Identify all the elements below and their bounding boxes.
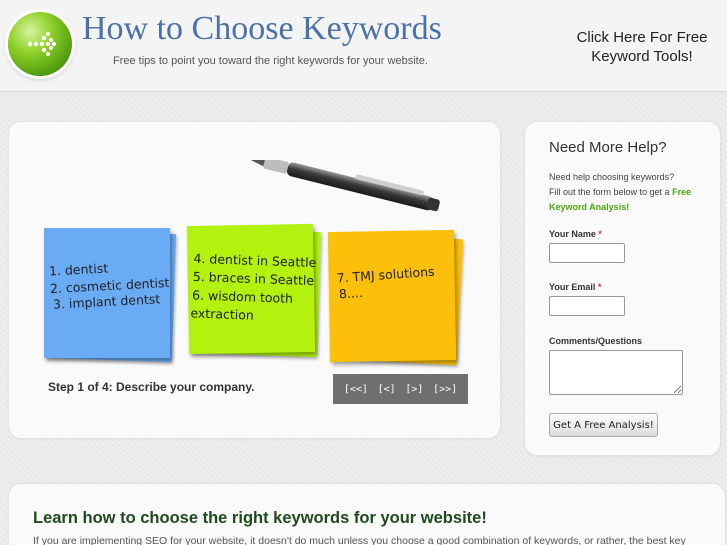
slider-nav: [<<] [<] [>] [>>] bbox=[333, 374, 468, 404]
step-caption: Step 1 of 4: Describe your company. bbox=[48, 380, 255, 394]
site-tagline: Free tips to point you toward the right … bbox=[113, 55, 428, 67]
nav-first-button[interactable]: [<<] bbox=[344, 384, 368, 395]
help-intro-line-2: Fill out the form below to get a Free Ke… bbox=[549, 185, 714, 215]
help-intro-text: Fill out the form below to get a bbox=[549, 187, 670, 197]
name-label: Your Name * bbox=[549, 229, 602, 239]
comments-label: Comments/Questions bbox=[549, 336, 643, 346]
comments-textarea[interactable] bbox=[549, 350, 683, 395]
cta-line-2: Keyword Tools! bbox=[591, 48, 693, 65]
logo[interactable] bbox=[8, 12, 72, 76]
content-intro-text: If you are implementing SEO for your web… bbox=[33, 535, 686, 545]
free-keyword-tools-link[interactable]: Click Here For Free Keyword Tools! bbox=[562, 28, 722, 66]
email-input[interactable] bbox=[549, 296, 625, 316]
sticky-note-orange: 7. TMJ solutions 8.... bbox=[327, 229, 457, 363]
name-input[interactable] bbox=[549, 243, 625, 263]
note-line: 1. dentist bbox=[48, 260, 109, 279]
sticky-note-blue: 1. dentist 2. cosmetic dentist 3. implan… bbox=[44, 228, 170, 358]
help-title: Need More Help? bbox=[549, 139, 667, 156]
note-line: 4. dentist in Seattle bbox=[193, 250, 317, 271]
help-intro-line-1: Need help choosing keywords? bbox=[549, 172, 675, 182]
email-label-text: Your Email bbox=[549, 282, 596, 292]
site-header: How to Choose Keywords Free tips to poin… bbox=[0, 0, 727, 92]
pen-icon bbox=[246, 160, 440, 212]
nav-next-button[interactable]: [>] bbox=[405, 384, 423, 395]
required-mark: * bbox=[598, 229, 602, 239]
nav-last-button[interactable]: [>>] bbox=[433, 384, 457, 395]
email-label: Your Email * bbox=[549, 282, 601, 292]
name-label-text: Your Name bbox=[549, 229, 596, 239]
note-line: 5. braces in Seattle bbox=[192, 268, 315, 289]
nav-prev-button[interactable]: [<] bbox=[378, 384, 396, 395]
sticky-note-green: 4. dentist in Seattle 5. braces in Seatt… bbox=[186, 223, 317, 355]
arrow-right-dotted-icon bbox=[27, 32, 57, 56]
note-line: 7. TMJ solutions bbox=[336, 263, 436, 286]
note-line: extraction bbox=[190, 305, 255, 323]
site-title[interactable]: How to Choose Keywords bbox=[82, 10, 442, 48]
note-line: 6. wisdom tooth bbox=[191, 287, 294, 306]
required-mark: * bbox=[597, 282, 602, 292]
note-line: 8.... bbox=[338, 284, 364, 302]
get-free-analysis-button[interactable]: Get A Free Analysis! bbox=[549, 413, 658, 437]
cta-line-1: Click Here For Free bbox=[576, 29, 708, 46]
content-heading: Learn how to choose the right keywords f… bbox=[33, 509, 487, 527]
help-intro: Need help choosing keywords? Fill out th… bbox=[549, 170, 714, 215]
